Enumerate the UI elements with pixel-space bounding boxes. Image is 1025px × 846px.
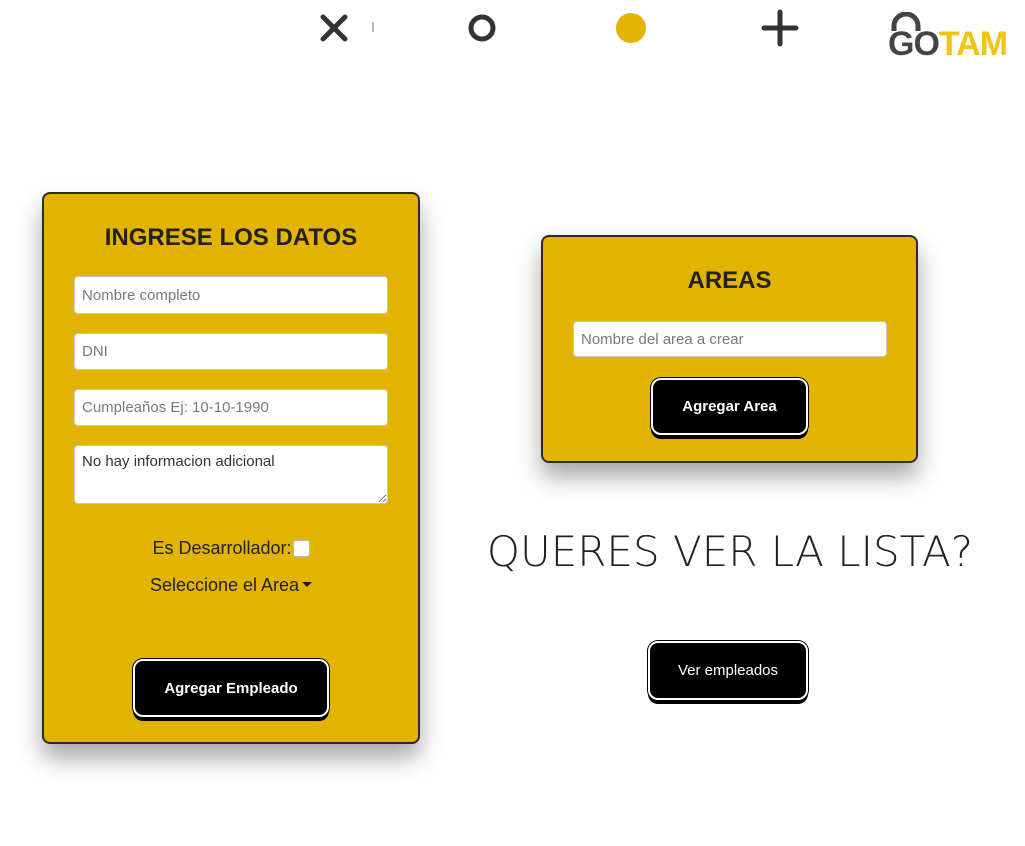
logo-tam: TAM <box>938 25 1008 63</box>
cross-icon <box>314 8 354 48</box>
divider <box>372 22 374 32</box>
add-employee-button[interactable]: Agregar Empleado <box>133 659 329 717</box>
birthday-input[interactable] <box>74 389 388 426</box>
ring-icon <box>462 8 502 48</box>
logo-text: GOTAM <box>888 25 1008 63</box>
page: GOTAM INGRESE LOS DATOS No hay informaci… <box>0 0 1025 846</box>
employee-form-card: INGRESE LOS DATOS No hay informacion adi… <box>42 192 420 744</box>
full-name-input[interactable] <box>74 276 388 314</box>
areas-form-title: AREAS <box>687 267 772 294</box>
developer-row: Es Desarrollador: <box>44 538 418 559</box>
area-dropdown-label: Seleccione el Area <box>149 575 300 595</box>
areas-form-card: AREAS Agregar Area <box>541 235 918 463</box>
developer-label: Es Desarrollador: <box>152 538 292 558</box>
employee-form-title: INGRESE LOS DATOS <box>104 224 358 251</box>
caret-down-icon <box>302 581 313 587</box>
additional-info-textarea[interactable]: No hay informacion adicional <box>74 445 388 504</box>
plus-icon <box>760 8 800 48</box>
area-dropdown[interactable]: Seleccione el Area <box>44 575 418 596</box>
view-employees-button[interactable]: Ver empleados <box>648 641 808 700</box>
area-name-input[interactable] <box>573 321 887 357</box>
yellow-dot-icon <box>611 8 651 48</box>
list-question-heading: QUERES VER LA LISTA? <box>486 527 974 576</box>
gotam-logo: GOTAM <box>888 12 1018 62</box>
dni-input[interactable] <box>74 333 388 370</box>
logo-go: GO <box>888 25 940 63</box>
developer-checkbox[interactable] <box>292 540 310 557</box>
add-area-button[interactable]: Agregar Area <box>651 378 808 435</box>
